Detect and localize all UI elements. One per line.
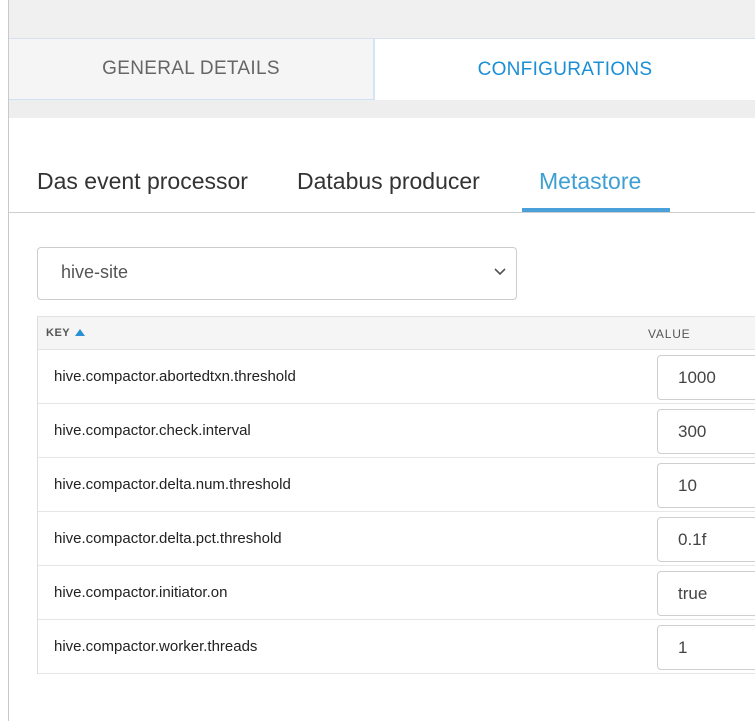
- row-key: hive.compactor.check.interval: [54, 422, 251, 439]
- row-key: hive.compactor.delta.num.threshold: [54, 476, 291, 493]
- row-key: hive.compactor.initiator.on: [54, 584, 228, 601]
- subtab-metastore[interactable]: Metastore: [539, 168, 641, 195]
- sub-tab-bar: Das event processor Databus producer Met…: [9, 118, 755, 213]
- config-file-select[interactable]: hive-site: [37, 247, 517, 300]
- row-value-input[interactable]: [657, 625, 755, 670]
- row-key: hive.compactor.abortedtxn.threshold: [54, 368, 296, 385]
- sort-ascending-icon[interactable]: [75, 329, 85, 336]
- table-row: hive.compactor.worker.threads: [38, 620, 755, 674]
- table-row: hive.compactor.abortedtxn.threshold: [38, 350, 755, 404]
- app-frame: GENERAL DETAILS CONFIGURATIONS Das event…: [0, 0, 755, 721]
- config-table: KEY VALUE hive.compactor.abortedtxn.thre…: [37, 316, 755, 674]
- row-value-input[interactable]: [657, 409, 755, 454]
- key-column-header[interactable]: KEY: [46, 327, 70, 339]
- tab-separator-band: [9, 100, 755, 118]
- table-row: hive.compactor.delta.num.threshold: [38, 458, 755, 512]
- row-value-input[interactable]: [657, 463, 755, 508]
- table-row: hive.compactor.check.interval: [38, 404, 755, 458]
- row-value-input[interactable]: [657, 517, 755, 562]
- subtab-das-event-processor[interactable]: Das event processor: [37, 168, 248, 195]
- main-tab-bar: GENERAL DETAILS CONFIGURATIONS: [9, 38, 755, 100]
- tab-configurations[interactable]: CONFIGURATIONS: [373, 39, 755, 100]
- row-key: hive.compactor.delta.pct.threshold: [54, 530, 282, 547]
- top-strip: [9, 0, 755, 38]
- config-file-select-value: hive-site: [61, 262, 129, 282]
- row-value-input[interactable]: [657, 355, 755, 400]
- left-border: [0, 0, 9, 721]
- row-value-input[interactable]: [657, 571, 755, 616]
- subtab-databus-producer[interactable]: Databus producer: [297, 168, 480, 195]
- table-header: KEY VALUE: [38, 316, 755, 350]
- tab-general-details[interactable]: GENERAL DETAILS: [9, 39, 373, 100]
- active-subtab-indicator: [522, 208, 670, 212]
- row-key: hive.compactor.worker.threads: [54, 638, 258, 655]
- table-row: hive.compactor.initiator.on: [38, 566, 755, 620]
- table-row: hive.compactor.delta.pct.threshold: [38, 512, 755, 566]
- value-column-header: VALUE: [648, 327, 691, 341]
- chevron-down-icon: [494, 268, 506, 276]
